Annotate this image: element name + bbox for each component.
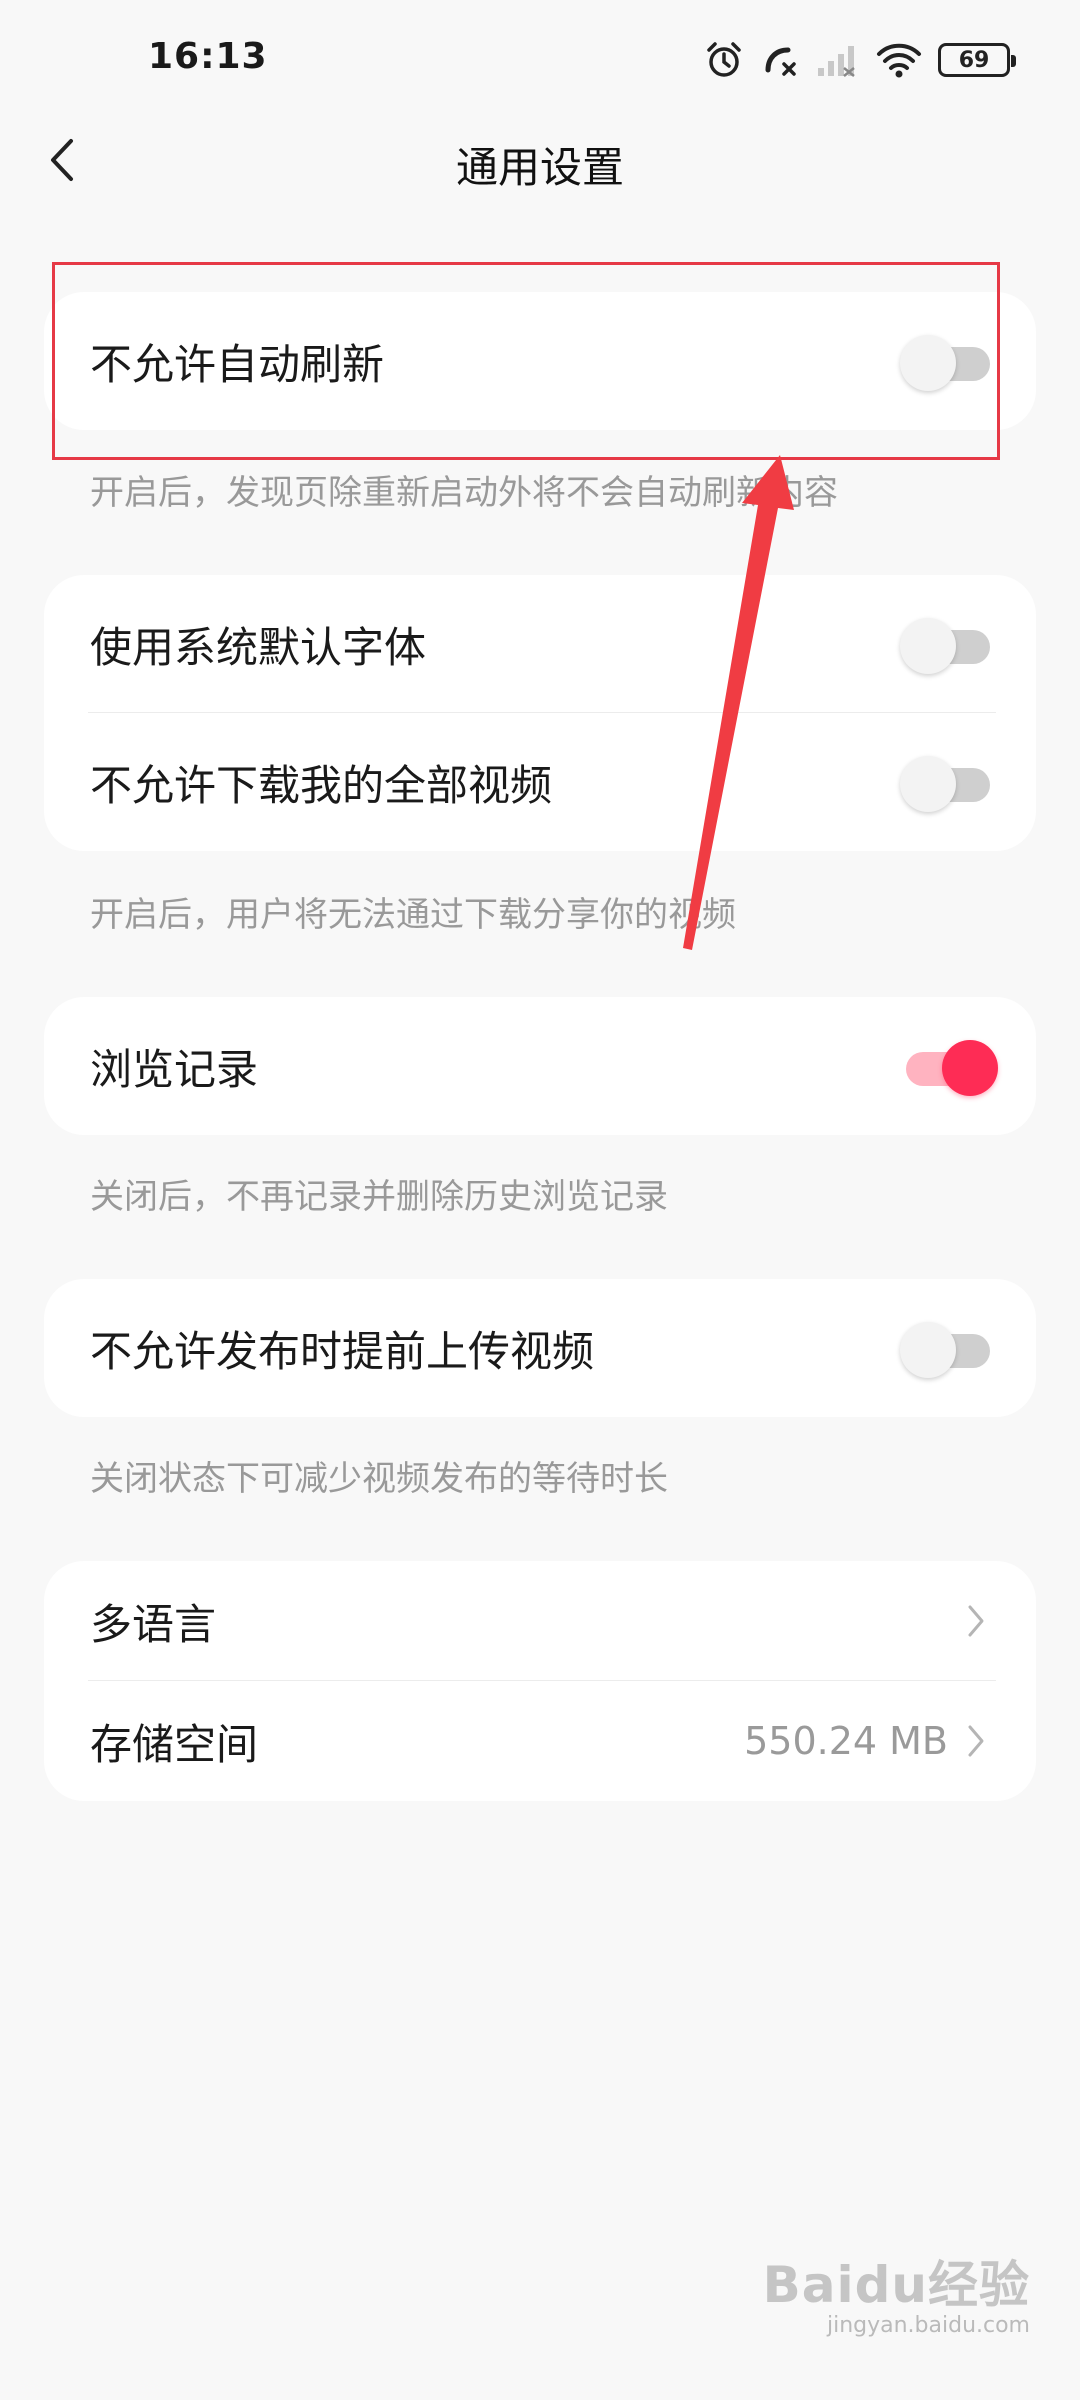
- chevron-right-icon: [966, 1721, 990, 1761]
- preupload-label: 不允许发布时提前上传视频: [90, 1326, 595, 1376]
- misc-card: 多语言 存储空间 550.24 MB: [44, 1561, 1036, 1801]
- signal-icon: [818, 46, 855, 77]
- auto-refresh-hint: 开启后，发现页除重新启动外将不会自动刷新内容: [90, 473, 838, 513]
- system-font-row[interactable]: 使用系统默认字体: [44, 575, 1036, 713]
- toggle-knob: [900, 1322, 956, 1378]
- toggle-knob: [900, 756, 956, 812]
- history-toggle[interactable]: [900, 1038, 998, 1096]
- missed-call-icon: [765, 47, 796, 76]
- disallow-download-row[interactable]: 不允许下载我的全部视频: [44, 713, 1036, 851]
- battery-level: 69: [958, 47, 990, 73]
- font-download-card: 使用系统默认字体 不允许下载我的全部视频: [44, 575, 1036, 851]
- page-title: 通用设置: [455, 143, 624, 192]
- auto-refresh-toggle[interactable]: [900, 333, 990, 391]
- settings-screen: 16:13 69 通用设置 不允许自动刷新 开启后，发现页除重新启动外将不会自动…: [0, 0, 1080, 2400]
- language-label: 多语言: [90, 1599, 217, 1649]
- alarm-icon: [707, 42, 741, 77]
- status-time: 16:13: [148, 36, 268, 77]
- auto-refresh-label: 不允许自动刷新: [90, 339, 385, 389]
- history-card: 浏览记录: [44, 997, 1036, 1135]
- disallow-download-label: 不允许下载我的全部视频: [90, 760, 553, 810]
- watermark-logo: Baidu经验: [762, 2256, 1030, 2314]
- battery-nub: [1011, 55, 1016, 67]
- storage-label: 存储空间: [90, 1719, 259, 1769]
- preupload-hint: 关闭状态下可减少视频发布的等待时长: [90, 1459, 668, 1499]
- toggle-knob: [942, 1040, 998, 1096]
- toggle-knob: [900, 335, 956, 391]
- system-font-label: 使用系统默认字体: [90, 622, 427, 672]
- toggle-knob: [900, 618, 956, 674]
- preupload-row[interactable]: 不允许发布时提前上传视频: [44, 1279, 1036, 1417]
- battery-icon: 69: [938, 43, 1016, 77]
- auto-refresh-row[interactable]: 不允许自动刷新: [44, 292, 1036, 430]
- preupload-toggle[interactable]: [900, 1320, 990, 1378]
- status-bar: 16:13 69: [0, 0, 1080, 120]
- baidu-watermark: Baidu经验 jingyan.baidu.com: [763, 2245, 1030, 2338]
- storage-row[interactable]: 存储空间 550.24 MB: [44, 1681, 1036, 1801]
- storage-value: 550.24 MB: [744, 1719, 948, 1763]
- status-icons: 69: [704, 36, 1016, 84]
- header: 通用设置: [0, 110, 1080, 210]
- history-row[interactable]: 浏览记录: [44, 997, 1036, 1135]
- preupload-card: 不允许发布时提前上传视频: [44, 1279, 1036, 1417]
- language-row[interactable]: 多语言: [44, 1561, 1036, 1681]
- download-hint: 开启后，用户将无法通过下载分享你的视频: [90, 895, 736, 935]
- history-hint: 关闭后，不再记录并删除历史浏览记录: [90, 1177, 668, 1217]
- auto-refresh-card: 不允许自动刷新: [44, 292, 1036, 430]
- history-label: 浏览记录: [90, 1044, 259, 1094]
- chevron-right-icon: [966, 1601, 990, 1641]
- disallow-download-toggle[interactable]: [900, 754, 990, 812]
- system-font-toggle[interactable]: [900, 616, 990, 674]
- wifi-icon: [877, 43, 921, 78]
